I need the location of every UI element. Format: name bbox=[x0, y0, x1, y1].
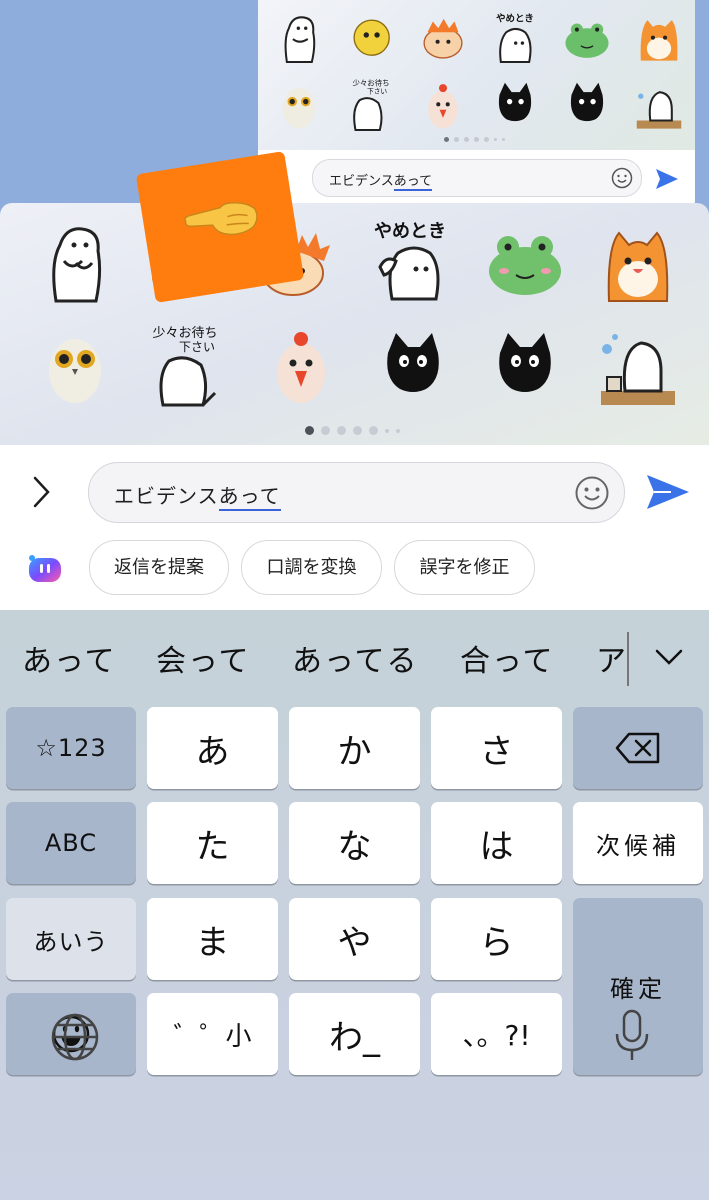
sticker-mascot-hug[interactable] bbox=[32, 217, 118, 303]
suggest-reply-chip[interactable]: 返信を提案 bbox=[89, 540, 229, 595]
key-wa[interactable]: わ_ bbox=[289, 993, 420, 1075]
sticker-frog[interactable] bbox=[482, 219, 568, 305]
page-indicator bbox=[305, 426, 400, 435]
sticker-yametoki[interactable]: やめとき bbox=[370, 215, 456, 301]
sticker-black-cat[interactable] bbox=[482, 323, 568, 409]
candidate-3[interactable]: あってる bbox=[292, 636, 419, 680]
pointing-hand-icon bbox=[184, 201, 258, 236]
backspace-icon bbox=[615, 732, 660, 764]
sticker-black-cat[interactable] bbox=[370, 323, 456, 409]
background-screenshot: やめとき 少々お待ち 下さい エビデンスあって bbox=[258, 0, 695, 210]
black-cat-icon bbox=[498, 82, 532, 122]
mascot-kettle-icon bbox=[636, 91, 682, 129]
next-candidate-key[interactable]: 次候補 bbox=[573, 802, 703, 884]
key-ha[interactable]: は bbox=[431, 802, 562, 884]
sticker-chicken[interactable] bbox=[258, 323, 344, 409]
svg-text:下さい: 下さい bbox=[367, 88, 387, 96]
frog-icon bbox=[565, 23, 609, 58]
dakuten-key[interactable]: ゛゜小 bbox=[147, 993, 278, 1075]
owl-icon bbox=[282, 88, 316, 129]
orange-hamster-icon bbox=[640, 20, 678, 61]
sticker-caption-line2: 下さい bbox=[179, 340, 215, 354]
sticker-shoushou-omachi[interactable]: 少々お待ち下さい bbox=[145, 323, 231, 409]
smiley-icon[interactable] bbox=[574, 475, 610, 511]
message-input-text: エビデンスあって bbox=[114, 480, 281, 511]
candidate-1[interactable]: あって bbox=[22, 636, 117, 680]
sticker-mascot-kettle[interactable] bbox=[595, 323, 681, 409]
sticker-caption: やめとき bbox=[374, 221, 446, 242]
mascot-hug-icon bbox=[284, 16, 316, 63]
candidate-5[interactable]: ア bbox=[596, 636, 628, 680]
key-ma[interactable]: ま bbox=[147, 898, 278, 980]
japanese-keyboard: あって 会って あってる 合って ア ☆123 あ か さ ABC た な は … bbox=[0, 610, 709, 1200]
sticker-panel: やめとき 少々お待ち 下さい bbox=[0, 203, 709, 445]
key-ta[interactable]: た bbox=[147, 802, 278, 884]
svg-text:少々お待ち: 少々お待ち bbox=[352, 77, 389, 87]
chevron-down-icon[interactable] bbox=[652, 640, 686, 674]
mini-composer: エビデンスあって bbox=[258, 150, 695, 210]
mini-smiley-icon bbox=[611, 167, 633, 189]
yametoki-mascot-icon: やめとき bbox=[496, 13, 534, 63]
sticker-owl[interactable] bbox=[32, 323, 118, 409]
microphone-icon[interactable] bbox=[612, 1008, 652, 1064]
candidate-2[interactable]: 会って bbox=[156, 636, 251, 680]
chevron-right-icon[interactable] bbox=[26, 474, 56, 510]
key-ya[interactable]: や bbox=[289, 898, 420, 980]
yellow-ball-icon bbox=[353, 19, 390, 56]
fix-typo-chip[interactable]: 誤字を修正 bbox=[394, 540, 535, 595]
key-sa[interactable]: さ bbox=[431, 707, 562, 789]
send-icon[interactable] bbox=[645, 472, 691, 512]
svg-text:やめとき: やめとき bbox=[496, 13, 534, 24]
composer: エビデンスあって 返信を提案 口調を変換 誤字を修正 bbox=[0, 445, 709, 610]
abc-key[interactable]: ABC bbox=[6, 802, 136, 884]
pointing-hand-overlay bbox=[135, 151, 305, 303]
ai-assistant-icon[interactable] bbox=[26, 554, 64, 584]
numbers-key[interactable]: ☆123 bbox=[6, 707, 136, 789]
punctuation-key[interactable]: 、。?! bbox=[431, 993, 562, 1075]
key-na[interactable]: な bbox=[289, 802, 420, 884]
candidate-divider bbox=[627, 632, 629, 686]
backspace-key[interactable] bbox=[573, 707, 703, 789]
black-cat-icon bbox=[570, 82, 604, 122]
change-tone-chip[interactable]: 口調を変換 bbox=[241, 540, 382, 595]
candidate-4[interactable]: 合って bbox=[460, 636, 555, 680]
key-ka[interactable]: か bbox=[289, 707, 420, 789]
key-a[interactable]: あ bbox=[147, 707, 278, 789]
mini-message-input: エビデンスあって bbox=[312, 159, 642, 197]
candidate-bar: あって 会って あってる 合って ア bbox=[0, 610, 709, 702]
hamster-icon bbox=[423, 18, 463, 59]
sticker-caption-line1: 少々お待ち bbox=[152, 326, 217, 341]
mini-input-text: エビデンスあって bbox=[329, 174, 433, 191]
mini-send-icon bbox=[656, 169, 678, 189]
globe-icon[interactable] bbox=[50, 1012, 100, 1062]
hiragana-key[interactable]: あいう bbox=[6, 898, 136, 980]
mini-page-indicator bbox=[444, 137, 505, 142]
message-input[interactable]: エビデンスあって bbox=[88, 462, 625, 523]
chicken-icon bbox=[428, 84, 458, 129]
page-dot-active bbox=[305, 426, 314, 435]
shoushou-omachi-mascot-icon: 少々お待ち下さい bbox=[352, 77, 390, 131]
key-ra[interactable]: ら bbox=[431, 898, 562, 980]
sticker-orange-hamster[interactable] bbox=[595, 217, 681, 303]
